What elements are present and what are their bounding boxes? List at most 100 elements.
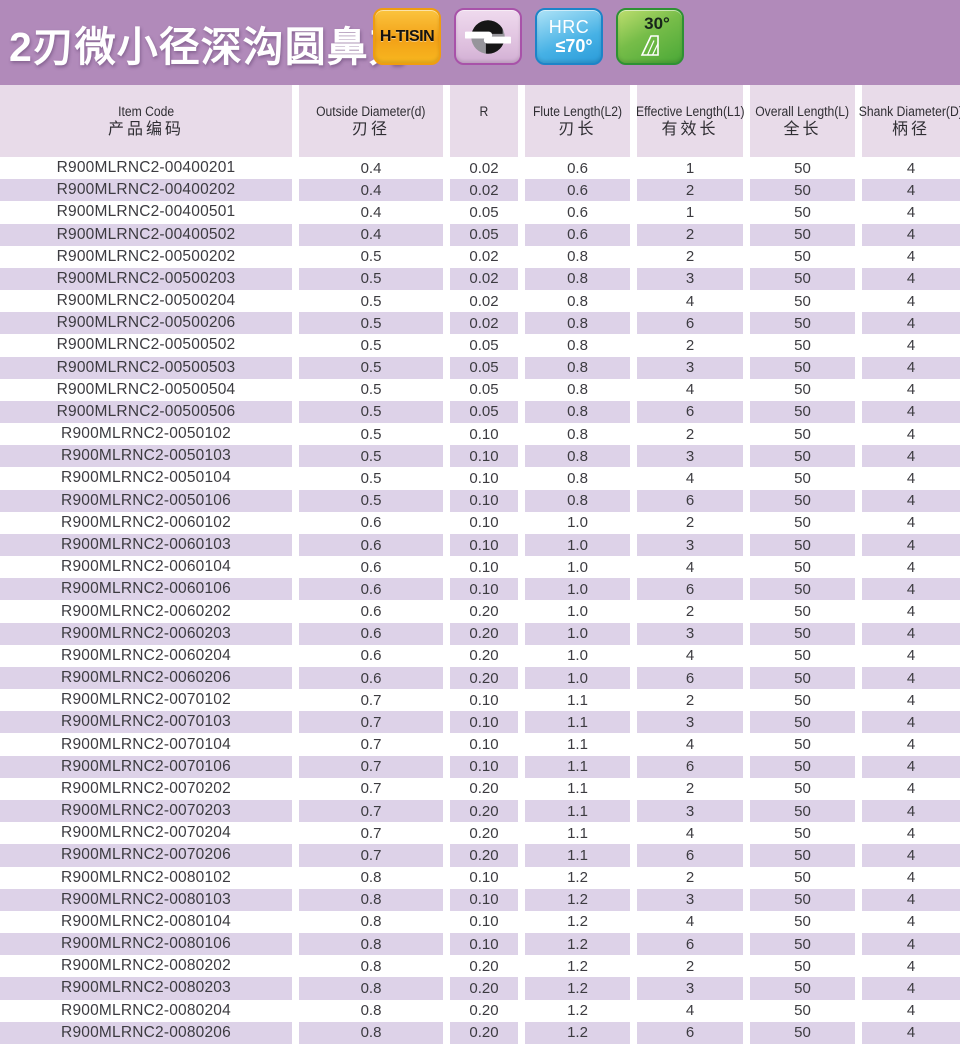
shank-diameter-cell: 4 bbox=[906, 159, 916, 177]
item-code-cell: R900MLRNC2-00500202 bbox=[56, 247, 236, 265]
shank-diameter-cell: 4 bbox=[906, 292, 916, 310]
outside-diameter-cell: 0.7 bbox=[299, 755, 443, 778]
table-row: R900MLRNC2-0070106 0.7 0.10 1.1 6 50 4 bbox=[0, 755, 960, 778]
flute-length-cell: 0.8 bbox=[525, 445, 630, 468]
effective-length-cell: 4 bbox=[685, 913, 695, 931]
flute-length-cell: 0.6 bbox=[525, 223, 630, 246]
outside-diameter-cell: 0.8 bbox=[360, 869, 382, 887]
overall-length-cell: 50 bbox=[750, 755, 855, 778]
radius-cell: 0.05 bbox=[450, 223, 518, 246]
shank-diameter-cell: 4 bbox=[906, 1002, 916, 1020]
outside-diameter-cell: 0.6 bbox=[299, 666, 443, 690]
effective-length-cell: 2 bbox=[685, 248, 695, 266]
header-label-zh: 柄径 bbox=[891, 120, 930, 138]
table-row: R900MLRNC2-0060102 0.6 0.10 1.0 2 50 4 bbox=[0, 512, 960, 534]
shank-diameter-cell: 4 bbox=[906, 336, 916, 354]
overall-length-cell: 50 bbox=[750, 844, 855, 867]
flute-length-cell: 1.0 bbox=[525, 666, 630, 690]
effective-length-cell: 3 bbox=[637, 356, 743, 379]
overall-length-cell: 50 bbox=[794, 292, 811, 310]
shank-diameter-cell: 4 bbox=[906, 869, 916, 887]
overall-length-cell: 50 bbox=[750, 489, 855, 512]
radius-cell: 0.10 bbox=[450, 755, 518, 778]
hardness-hrc-label: HRC bbox=[548, 16, 590, 37]
shank-diameter-cell: 4 bbox=[862, 888, 960, 911]
effective-length-cell: 3 bbox=[637, 445, 743, 468]
flute-length-cell: 0.6 bbox=[525, 179, 630, 202]
item-code-cell: R900MLRNC2-0060206 bbox=[0, 666, 292, 690]
radius-cell: 0.10 bbox=[469, 913, 499, 931]
item-code-cell: R900MLRNC2-0080206 bbox=[0, 1021, 292, 1044]
overall-length-cell: 50 bbox=[794, 248, 811, 266]
radius-cell: 0.20 bbox=[469, 603, 499, 621]
item-code-cell: R900MLRNC2-00400202 bbox=[0, 179, 292, 202]
table-row: R900MLRNC2-0080103 0.8 0.10 1.2 3 50 4 bbox=[0, 888, 960, 911]
item-code-cell: R900MLRNC2-0070102 bbox=[61, 691, 231, 709]
flute-length-cell: 0.6 bbox=[567, 203, 588, 221]
table-row: R900MLRNC2-00500203 0.5 0.02 0.8 3 50 4 bbox=[0, 267, 960, 291]
table-row: R900MLRNC2-0070203 0.7 0.20 1.1 3 50 4 bbox=[0, 799, 960, 823]
overall-length-cell: 50 bbox=[794, 558, 811, 576]
table-row: R900MLRNC2-0080206 0.8 0.20 1.2 6 50 4 bbox=[0, 1021, 960, 1044]
effective-length-cell: 3 bbox=[637, 711, 743, 734]
effective-length-cell: 4 bbox=[685, 558, 695, 576]
effective-length-cell: 2 bbox=[685, 336, 695, 354]
table-row: R900MLRNC2-0080104 0.8 0.10 1.2 4 50 4 bbox=[0, 911, 960, 933]
outside-diameter-cell: 0.6 bbox=[360, 647, 382, 665]
radius-cell: 0.10 bbox=[450, 933, 518, 956]
overall-length-cell: 50 bbox=[794, 869, 811, 887]
shank-diameter-cell: 4 bbox=[862, 356, 960, 379]
outside-diameter-cell: 0.8 bbox=[299, 977, 443, 1000]
overall-length-cell: 50 bbox=[750, 1021, 855, 1044]
header-cell-outside-diameter: Outside Diameter(d) 刃径 bbox=[299, 85, 443, 157]
item-code-cell: R900MLRNC2-0080202 bbox=[61, 957, 231, 975]
outside-diameter-cell: 0.8 bbox=[360, 913, 382, 931]
overall-length-cell: 50 bbox=[794, 381, 811, 399]
overall-length-cell: 50 bbox=[750, 312, 855, 335]
shank-diameter-cell: 4 bbox=[906, 603, 916, 621]
flute-length-cell: 1.1 bbox=[567, 780, 588, 798]
radius-cell: 0.10 bbox=[450, 578, 518, 601]
shank-diameter-cell: 4 bbox=[862, 755, 960, 778]
flute-length-cell: 1.0 bbox=[567, 603, 588, 621]
outside-diameter-cell: 0.4 bbox=[299, 223, 443, 246]
shank-diameter-cell: 4 bbox=[906, 691, 916, 709]
effective-length-cell: 3 bbox=[637, 977, 743, 1000]
outside-diameter-cell: 0.7 bbox=[360, 736, 382, 754]
item-code-cell: R900MLRNC2-0050103 bbox=[0, 445, 292, 468]
flute-length-cell: 1.1 bbox=[567, 824, 588, 842]
radius-cell: 0.10 bbox=[469, 869, 499, 887]
shank-diameter-cell: 4 bbox=[906, 248, 916, 266]
item-code-cell: R900MLRNC2-00500506 bbox=[0, 400, 292, 424]
coating-label: H-TISIN bbox=[379, 27, 435, 45]
shank-diameter-cell: 4 bbox=[906, 558, 916, 576]
hardness-value-label: ≤70° bbox=[555, 35, 593, 56]
flute-length-cell: 1.2 bbox=[567, 869, 588, 887]
overall-length-cell: 50 bbox=[794, 1002, 811, 1020]
table-row: R900MLRNC2-0080106 0.8 0.10 1.2 6 50 4 bbox=[0, 933, 960, 956]
overall-length-cell: 50 bbox=[794, 159, 811, 177]
shank-diameter-cell: 4 bbox=[862, 400, 960, 424]
item-code-cell: R900MLRNC2-0060204 bbox=[61, 646, 231, 664]
radius-cell: 0.05 bbox=[469, 381, 499, 399]
outside-diameter-cell: 0.5 bbox=[299, 312, 443, 335]
table-row: R900MLRNC2-0060206 0.6 0.20 1.0 6 50 4 bbox=[0, 666, 960, 690]
badge-strip: H-TISIN HRC ≤70° 30° bbox=[373, 8, 684, 65]
outside-diameter-cell: 0.7 bbox=[299, 711, 443, 734]
item-code-cell: R900MLRNC2-00500504 bbox=[56, 380, 236, 398]
radius-cell: 0.20 bbox=[469, 824, 499, 842]
flute-length-cell: 1.2 bbox=[567, 1002, 588, 1020]
item-code-cell: R900MLRNC2-0050104 bbox=[61, 469, 231, 487]
table-row: R900MLRNC2-0080102 0.8 0.10 1.2 2 50 4 bbox=[0, 867, 960, 889]
radius-cell: 0.20 bbox=[450, 977, 518, 1000]
radius-cell: 0.20 bbox=[469, 1002, 499, 1020]
radius-cell: 0.02 bbox=[450, 267, 518, 291]
overall-length-cell: 50 bbox=[794, 691, 811, 709]
item-code-cell: R900MLRNC2-0070206 bbox=[0, 844, 292, 867]
shank-diameter-cell: 4 bbox=[862, 844, 960, 867]
shank-diameter-cell: 4 bbox=[862, 977, 960, 1000]
radius-cell: 0.10 bbox=[469, 514, 499, 532]
overall-length-cell: 50 bbox=[794, 647, 811, 665]
outside-diameter-cell: 0.5 bbox=[360, 381, 382, 399]
flute-length-cell: 1.2 bbox=[567, 913, 588, 931]
